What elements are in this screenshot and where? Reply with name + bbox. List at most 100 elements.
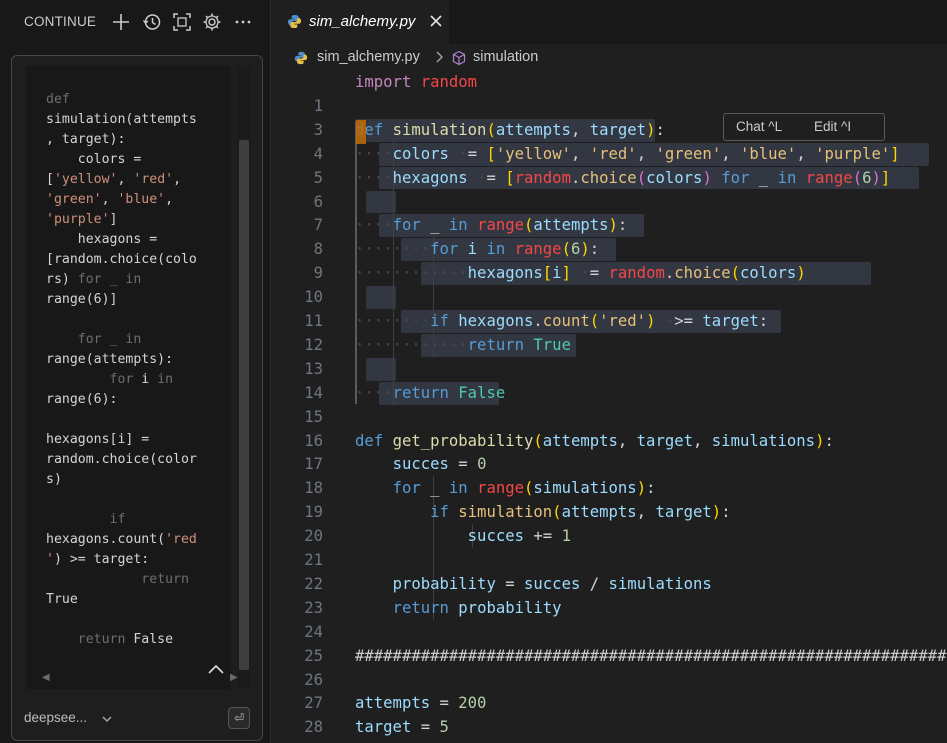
- code-line[interactable]: 10: [271, 285, 947, 309]
- snippet-line: [random.choice(colo: [46, 252, 197, 267]
- new-session-icon[interactable]: [110, 11, 132, 33]
- snippet-line: , target):: [46, 132, 126, 147]
- line-number: 29: [271, 739, 323, 743]
- code-line[interactable]: 22 probability = succes / simulations: [271, 572, 947, 596]
- snippet-line: if: [46, 512, 126, 527]
- code-line[interactable]: 8 ········for i in range(6):: [271, 237, 947, 261]
- code-text: if simulation(attempts, target):: [430, 503, 731, 522]
- chevron-down-icon[interactable]: [101, 712, 113, 724]
- continue-panel: CONTINUE def simulation(attempts , target)…: [0, 0, 271, 743]
- snippet-line: colors =: [46, 152, 142, 167]
- code-line[interactable]: 27 attempts = 200: [271, 691, 947, 715]
- code-line[interactable]: 20 succes += 1: [271, 524, 947, 548]
- line-number: 11: [304, 312, 323, 330]
- snippet-line: hexagons[i] =: [46, 432, 150, 447]
- collapse-chevron-icon[interactable]: [207, 662, 225, 674]
- line-number: 18: [304, 479, 323, 498]
- code-line[interactable]: 6: [271, 190, 947, 214]
- snippet-line: return False: [77, 632, 174, 647]
- breadcrumb-symbol[interactable]: simulation: [473, 49, 538, 65]
- line-number: 5: [313, 168, 323, 187]
- code-line[interactable]: 9 ············hexagons[i] ·= random.choic…: [271, 261, 947, 285]
- history-icon[interactable]: [141, 11, 163, 33]
- submit-button[interactable]: ⏎: [228, 707, 250, 729]
- code-line[interactable]: 16 def get_probability(attempts, target, …: [271, 429, 947, 453]
- selection-gutter-bar: [355, 122, 357, 404]
- hint-chat[interactable]: Chat ^L: [736, 119, 782, 134]
- snippet-line: s): [46, 472, 62, 487]
- code-text: ············hexagons[i] ·= random.choice…: [355, 264, 806, 283]
- snippet-line: [46, 310, 210, 330]
- tab-label: sim_alchemy.py: [309, 13, 416, 30]
- code-line[interactable]: 7 ····for _ in range(attempts):: [271, 213, 947, 237]
- code-line[interactable]: import random: [271, 70, 947, 94]
- code-text: ····for _ in range(attempts):: [355, 216, 628, 235]
- snippet-line: True: [46, 592, 78, 607]
- code-line[interactable]: 23 return probability: [271, 596, 947, 620]
- code-text: succes = 0: [392, 455, 487, 474]
- code-text: for _ in range(simulations):: [392, 479, 656, 498]
- tab-sim-alchemy[interactable]: sim_alchemy.py: [271, 0, 449, 44]
- chat-edit-hint: Chat ^L Edit ^I: [723, 113, 885, 141]
- code-line[interactable]: 18 for _ in range(simulations):: [271, 476, 947, 500]
- code-text: def simulation(attempts, target):: [355, 120, 665, 139]
- close-icon[interactable]: [429, 14, 443, 28]
- code-editor[interactable]: import random 1 3 def simulation(attempts, …: [271, 70, 947, 743]
- code-line[interactable]: 4 ····colors ·= ['yellow', 'red', 'green'…: [271, 142, 947, 166]
- line-number: 26: [304, 670, 323, 689]
- snippet-line: rs) for _ in: [46, 272, 142, 287]
- code-line[interactable]: 13: [271, 357, 947, 381]
- scroll-right-arrow-icon[interactable]: ▶: [230, 672, 238, 683]
- line-number: 6: [313, 192, 323, 211]
- code-line[interactable]: 5 ····hexagons ·= [random.choice(colors) …: [271, 166, 947, 190]
- more-icon[interactable]: [232, 11, 254, 33]
- code-line[interactable]: 19 if simulation(attempts, target):: [271, 500, 947, 524]
- code-text: succes += 1: [467, 527, 571, 546]
- snippet-line: 'purple']: [46, 212, 118, 227]
- python-file-icon: [294, 51, 308, 65]
- model-selector[interactable]: deepsee...: [24, 710, 87, 725]
- line-number: 14: [304, 383, 323, 402]
- code-line[interactable]: 11 ········if hexagons.count('red') ·>= t…: [271, 309, 947, 333]
- chat-message-box[interactable]: def simulation(attempts , target): colors …: [11, 55, 263, 741]
- gear-icon[interactable]: [201, 11, 223, 33]
- scroll-left-arrow-icon[interactable]: ◀: [42, 672, 50, 683]
- editor-tab-bar: sim_alchemy.py: [271, 0, 947, 44]
- hint-edit[interactable]: Edit ^I: [814, 119, 851, 134]
- code-text: ····colors ·= ['yellow', 'red', 'green',…: [355, 144, 900, 163]
- snippet-line: range(6)]: [46, 292, 118, 307]
- snippet-line: range(6):: [46, 392, 118, 407]
- code-line[interactable]: 15: [271, 405, 947, 429]
- code-line[interactable]: 17 succes = 0: [271, 452, 947, 476]
- code-line[interactable]: 12 ············return True: [271, 333, 947, 357]
- line-number: 22: [304, 574, 323, 593]
- snippet-line: for i in: [109, 372, 174, 387]
- snippet-line: range(attempts):: [46, 352, 174, 367]
- code-line[interactable]: 26: [271, 668, 947, 692]
- code-line[interactable]: 24: [271, 620, 947, 644]
- snippet-line: [46, 410, 210, 430]
- snippet-scrollbar-thumb[interactable]: [239, 140, 249, 670]
- code-text: ········if hexagons.count('red') ·>= tar…: [355, 312, 769, 330]
- code-line[interactable]: 28 target = 5: [271, 715, 947, 739]
- code-line[interactable]: 25 ######################################…: [271, 644, 947, 668]
- line-number: 27: [304, 694, 323, 713]
- line-number: 8: [313, 240, 323, 259]
- breadcrumb-file[interactable]: sim_alchemy.py: [317, 49, 420, 65]
- chevron-right-icon: [434, 50, 444, 64]
- code-line[interactable]: 14 ····return False: [271, 381, 947, 405]
- code-text: import random: [355, 73, 478, 91]
- code-line[interactable]: 21: [271, 548, 947, 572]
- snippet-line: for _ in: [46, 332, 142, 347]
- line-number: 23: [304, 598, 323, 617]
- code-text: attempts = 200: [355, 694, 487, 713]
- code-line[interactable]: 29 simulations = 100000: [271, 739, 947, 743]
- line-number: 17: [304, 455, 323, 474]
- panel-title: CONTINUE: [24, 14, 97, 29]
- line-number: 21: [304, 551, 323, 569]
- snippet-line: hexagons =: [46, 232, 158, 247]
- code-text: ········for i in range(6):: [355, 240, 600, 259]
- fullscreen-icon[interactable]: [171, 11, 193, 33]
- line-number: 9: [313, 264, 323, 283]
- snippet-line: 'green', 'blue',: [46, 192, 174, 207]
